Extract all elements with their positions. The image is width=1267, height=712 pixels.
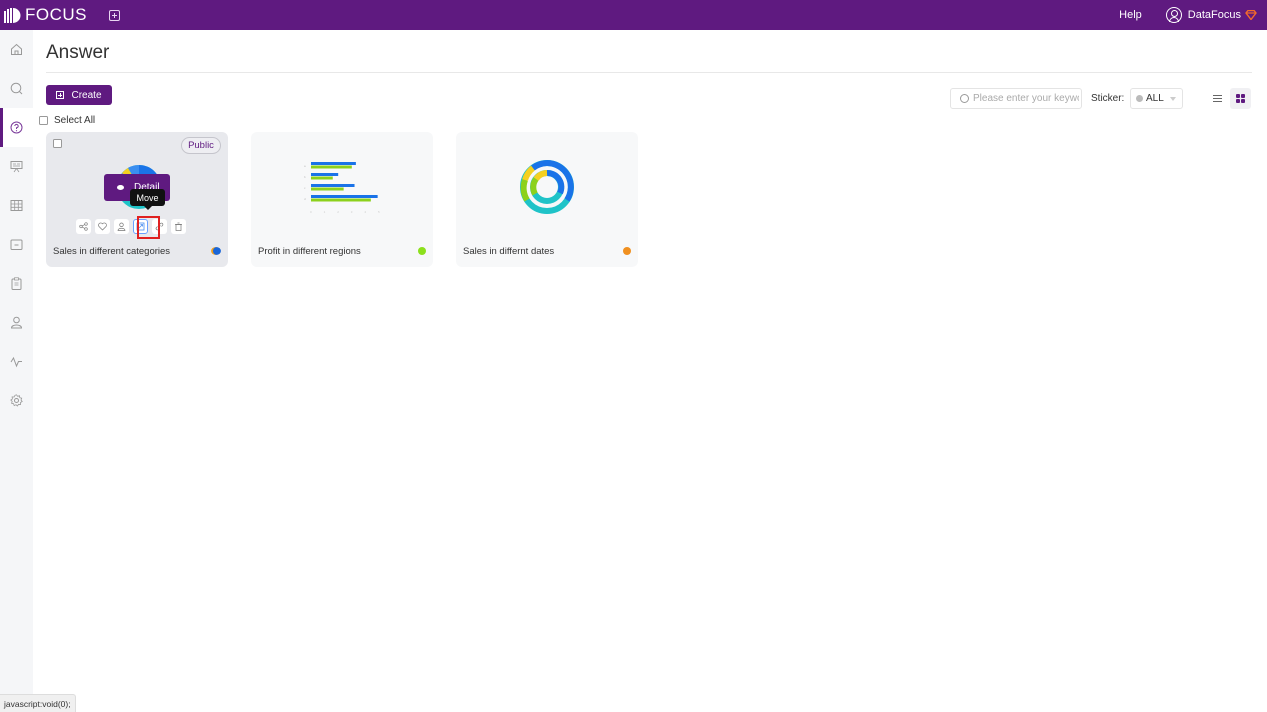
grid-icon-cell: [1236, 99, 1240, 103]
question-circle-icon: [10, 121, 23, 134]
bar: [311, 162, 356, 165]
sidebar-item-user[interactable]: [0, 303, 33, 342]
app-logo[interactable]: FOCUS: [4, 5, 87, 25]
move-highlight-box: [137, 216, 160, 239]
sticker-value: ALL: [1146, 93, 1164, 104]
move-tooltip: Move: [130, 189, 165, 210]
share-icon: [79, 222, 88, 231]
sticker-indicator: [623, 247, 631, 255]
list-view-button[interactable]: [1210, 91, 1225, 106]
create-button[interactable]: Create: [46, 85, 112, 105]
category-label: c: [304, 186, 306, 190]
category-label: a: [304, 164, 306, 168]
page-title: Answer: [46, 42, 110, 63]
clipboard-icon: [11, 277, 22, 290]
card-checkbox[interactable]: [53, 139, 62, 148]
bar: [311, 195, 378, 198]
select-all-checkbox[interactable]: Select All: [39, 115, 95, 126]
sticker-label: Sticker:: [1091, 93, 1125, 104]
sidebar-item-monitor[interactable]: [0, 342, 33, 381]
sticker-dot-icon: [1136, 95, 1143, 102]
bar: [311, 176, 333, 180]
table-icon: [10, 200, 23, 211]
category-label: d: [304, 197, 306, 201]
list-icon-line: [1213, 98, 1222, 99]
answer-card[interactable]: a b c d 0 1 2 3 4 5 Profit in different regions: [251, 132, 433, 267]
delete-button[interactable]: [171, 219, 186, 234]
search-icon: [960, 94, 969, 103]
sidebar-item-answer[interactable]: [0, 108, 33, 147]
sidebar-item-settings[interactable]: [0, 381, 33, 420]
help-link[interactable]: Help: [1119, 9, 1142, 21]
bar: [311, 173, 339, 176]
sidebar-item-home[interactable]: [0, 30, 33, 69]
user-name[interactable]: DataFocus: [1188, 9, 1241, 21]
sidebar: [0, 30, 33, 712]
donut-chart-thumbnail: [520, 160, 574, 214]
list-icon-line: [1213, 95, 1222, 96]
gear-icon: [10, 394, 23, 407]
add-tab-icon[interactable]: [109, 9, 120, 21]
app-name: FOCUS: [25, 5, 87, 24]
grid-icon-cell: [1236, 94, 1240, 98]
answer-card[interactable]: Public Detail Move Sales in different ca…: [46, 132, 228, 267]
sticker-indicator: [211, 247, 221, 255]
tick-label: 0: [310, 210, 312, 214]
search-input[interactable]: [973, 93, 1079, 104]
search-field[interactable]: [950, 88, 1082, 109]
card-title: Sales in different categories: [53, 246, 171, 257]
assign-user-button[interactable]: [114, 219, 129, 234]
category-label: b: [304, 175, 306, 179]
bar: [311, 198, 371, 202]
share-button[interactable]: [76, 219, 91, 234]
answer-card[interactable]: Sales in differnt dates: [456, 132, 638, 267]
user-avatar-icon[interactable]: [1165, 7, 1182, 23]
bar-chart-thumbnail: a b c d 0 1 2 3 4 5: [304, 162, 380, 214]
tick-label: 5: [378, 210, 380, 214]
eye-icon: [117, 185, 124, 190]
sticker-indicator: [418, 247, 426, 255]
bar: [311, 165, 352, 169]
tick-label: 4: [364, 210, 366, 214]
plus-square-icon: [56, 91, 65, 99]
favorite-button[interactable]: [95, 219, 110, 234]
presentation-icon: [10, 161, 23, 173]
bar: [311, 184, 355, 187]
sidebar-item-data[interactable]: [0, 186, 33, 225]
sticker-select[interactable]: ALL: [1130, 88, 1183, 109]
folder-icon: [10, 239, 23, 250]
card-actions: [76, 219, 186, 234]
heart-icon: [98, 222, 107, 231]
checkbox[interactable]: [39, 116, 48, 125]
tick-label: 2: [337, 210, 339, 214]
sidebar-item-folder[interactable]: [0, 225, 33, 264]
search-icon: [10, 82, 23, 95]
tick-label: 3: [351, 210, 353, 214]
title-divider: [46, 72, 1252, 73]
top-bar: FOCUS Help DataFocus: [0, 0, 1267, 30]
gem-icon: [1245, 10, 1257, 20]
sidebar-item-clipboard[interactable]: [0, 264, 33, 303]
home-icon: [11, 43, 22, 55]
trash-icon: [175, 222, 182, 231]
public-badge: Public: [181, 137, 221, 154]
card-title: Sales in differnt dates: [463, 246, 555, 257]
create-button-label: Create: [71, 89, 102, 101]
list-icon-line: [1213, 101, 1222, 102]
sidebar-item-dashboard[interactable]: [0, 147, 33, 186]
grid-icon-cell: [1241, 99, 1245, 103]
bar: [311, 187, 344, 191]
select-all-label: Select All: [54, 115, 96, 126]
card-title: Profit in different regions: [258, 246, 361, 257]
user-icon: [117, 222, 126, 231]
focus-logo-icon: [4, 7, 21, 23]
user-icon: [10, 316, 23, 329]
chevron-down-icon: [1170, 97, 1176, 101]
grid-icon-cell: [1241, 94, 1245, 98]
sidebar-item-search[interactable]: [0, 69, 33, 108]
grid-view-button[interactable]: [1230, 88, 1251, 109]
pulse-icon: [10, 356, 22, 368]
status-bar: javascript:void(0);: [0, 694, 76, 712]
tick-label: 1: [324, 210, 326, 214]
